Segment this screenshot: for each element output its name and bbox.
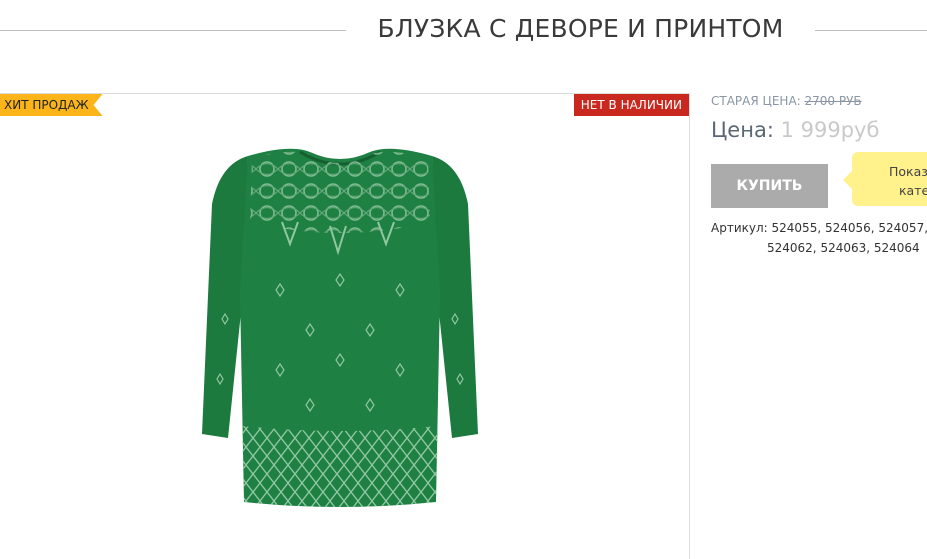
article-label: Артикул: (711, 221, 768, 235)
title-divider-left (0, 30, 346, 31)
title-divider-right (815, 30, 927, 31)
price: Цена: 1 999руб (711, 118, 927, 142)
article-numbers: Артикул: 524055, 524056, 524057, 5 52406… (711, 218, 927, 258)
tooltip-line-1: Показ (889, 164, 927, 179)
page-title: БЛУЗКА С ДЕВОРЕ И ПРИНТОМ (377, 14, 784, 43)
product-image[interactable] (190, 114, 490, 554)
product-info: СТАРАЯ ЦЕНА: 2700 РУБ Цена: 1 999руб КУП… (711, 94, 927, 255)
article-codes-line-1: 524055, 524056, 524057, 5 (771, 221, 927, 235)
bestseller-badge: ХИТ ПРОДАЖ (0, 94, 103, 116)
tooltip-line-2: кате (899, 183, 927, 198)
old-price: СТАРАЯ ЦЕНА: 2700 РУБ (711, 94, 927, 108)
old-price-label: СТАРАЯ ЦЕНА: (711, 94, 801, 108)
old-price-value: 2700 РУБ (804, 94, 862, 108)
article-codes-line-2: 524062, 524063, 524064 (767, 241, 920, 255)
watermark: www.ay.by (630, 542, 683, 553)
price-label: Цена: (711, 118, 774, 142)
price-value: 1 999руб (780, 118, 880, 142)
out-of-stock-badge: НЕТ В НАЛИЧИИ (573, 94, 689, 116)
category-tooltip[interactable]: Показ кате (843, 152, 927, 206)
product-image-panel: ХИТ ПРОДАЖ НЕТ В НАЛИЧИИ www.ay.by (0, 93, 690, 559)
buy-button[interactable]: КУПИТЬ (711, 164, 828, 208)
title-row: БЛУЗКА С ДЕВОРЕ И ПРИНТОМ (0, 0, 927, 60)
